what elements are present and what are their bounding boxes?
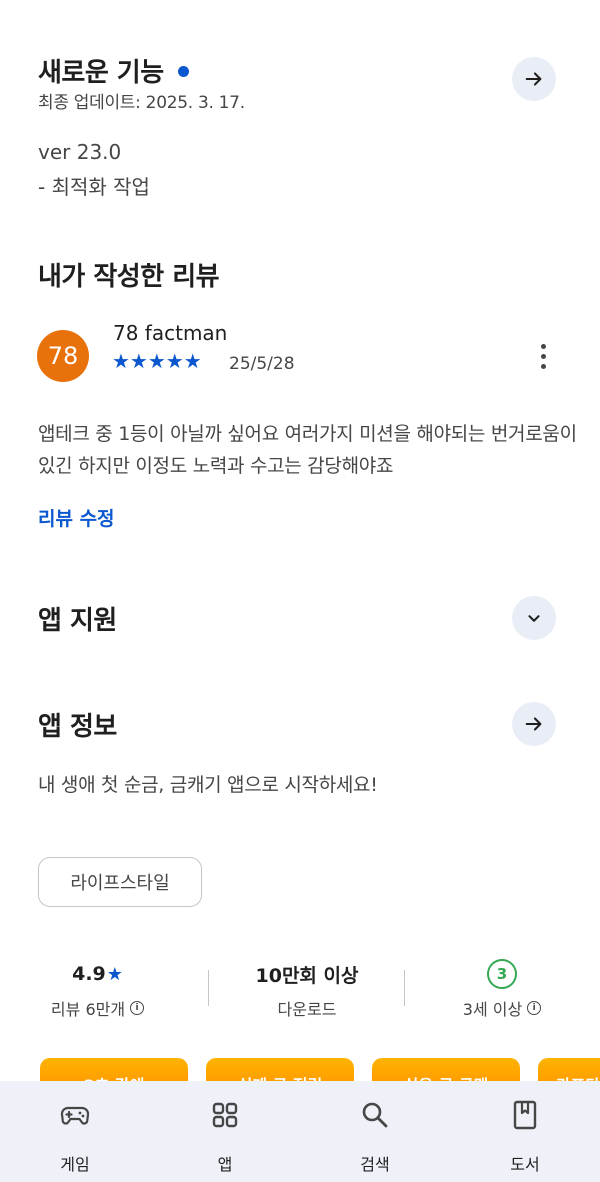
- rating-count-label: 리뷰 6만개: [50, 1000, 126, 1019]
- search-icon: [359, 1099, 391, 1131]
- nav-games[interactable]: 게임: [0, 1081, 150, 1182]
- nav-label: 검색: [360, 1155, 390, 1174]
- age-rating-badge: 3: [487, 959, 517, 989]
- stat-divider: [404, 970, 405, 1006]
- arrow-right-icon: [525, 72, 542, 86]
- downloads-stat: 10만회 이상 다운로드: [232, 960, 382, 1020]
- more-options-icon[interactable]: [530, 340, 556, 372]
- reviewer-name: 78 factman: [113, 321, 228, 345]
- star-rating: ★★★★★: [112, 350, 202, 372]
- arrow-right-icon: [525, 717, 542, 731]
- review-stars: ★★★★★: [112, 349, 202, 373]
- gamepad-icon: [59, 1099, 91, 1131]
- review-date: 25/5/28: [229, 354, 295, 374]
- nav-books[interactable]: 도서: [450, 1081, 600, 1182]
- apps-grid-icon: [209, 1099, 241, 1131]
- app-support-title: 앱 지원: [38, 606, 117, 636]
- avatar: 78: [37, 330, 89, 382]
- app-support-expand-button[interactable]: [512, 596, 556, 640]
- last-updated-text: 최종 업데이트: 2025. 3. 17.: [38, 93, 245, 113]
- app-description: 내 생애 첫 순금, 금캐기 앱으로 시작하세요!: [38, 774, 378, 796]
- rating-value: 4.9: [72, 963, 106, 985]
- nav-label: 도서: [510, 1155, 540, 1174]
- bottom-navigation: 게임 앱 검색 도서: [0, 1081, 600, 1182]
- info-icon: i: [130, 1001, 145, 1015]
- nav-search[interactable]: 검색: [300, 1081, 450, 1182]
- edit-review-link[interactable]: 리뷰 수정: [38, 504, 115, 531]
- whats-new-arrow-button[interactable]: [512, 57, 556, 101]
- info-icon: i: [527, 1001, 542, 1015]
- rating-stat[interactable]: 4.9 ★ 리뷰 6만개 i: [30, 960, 165, 1020]
- version-note: - 최적화 작업: [38, 175, 150, 199]
- star-icon: ★: [106, 963, 123, 985]
- stat-divider: [208, 970, 209, 1006]
- chevron-down-icon: [528, 615, 540, 622]
- new-indicator-dot: [177, 66, 189, 77]
- content-rating-stat[interactable]: 3 3세 이상 i: [440, 959, 564, 1020]
- app-info-title: 앱 정보: [38, 712, 117, 742]
- downloads-value: 10만회 이상: [255, 964, 359, 987]
- age-rating-label: 3세 이상: [462, 1000, 523, 1019]
- book-icon: [509, 1099, 541, 1131]
- app-details-page: 새로운 기능 최종 업데이트: 2025. 3. 17. ver 23.0 - …: [0, 0, 600, 1182]
- my-review-title: 내가 작성한 리뷰: [38, 262, 220, 292]
- nav-apps[interactable]: 앱: [150, 1081, 300, 1182]
- nav-label: 게임: [60, 1155, 90, 1174]
- review-text: 앱테크 중 1등이 아닐까 싶어요 여러가지 미션을 해야되는 번거로움이 있긴…: [38, 423, 577, 477]
- downloads-label: 다운로드: [277, 1000, 337, 1019]
- category-chip[interactable]: 라이프스타일: [38, 857, 202, 907]
- nav-label: 앱: [217, 1155, 233, 1174]
- app-info-arrow-button[interactable]: [512, 702, 556, 746]
- whats-new-heading: 새로운 기능: [38, 52, 189, 89]
- version-text: ver 23.0: [38, 140, 122, 164]
- whats-new-title: 새로운 기능: [38, 58, 164, 88]
